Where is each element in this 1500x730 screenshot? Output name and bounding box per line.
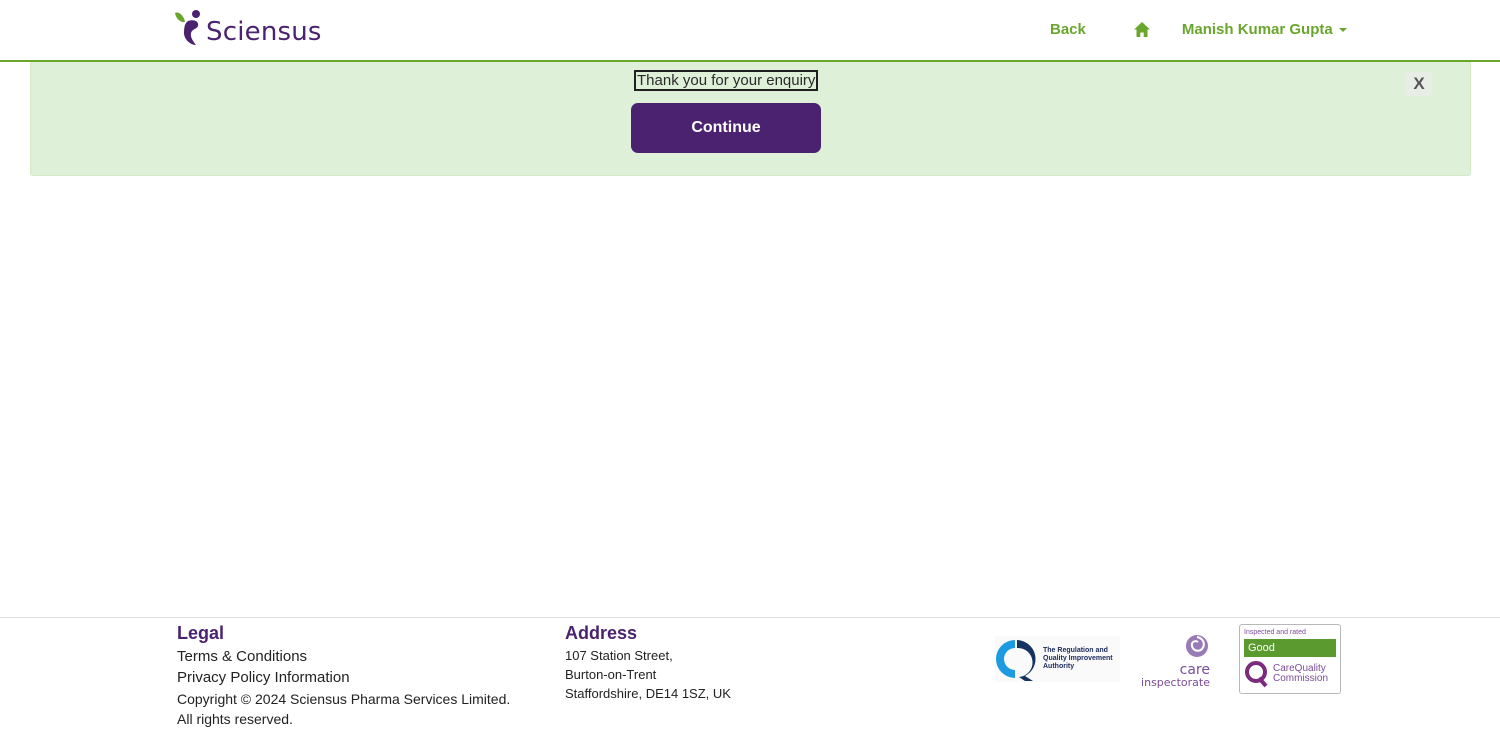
success-alert: Thank you for your enquiry Continue X xyxy=(30,62,1471,176)
cqc-brand: CareQuality Commission xyxy=(1244,660,1336,688)
rqia-text-line-3: Authority xyxy=(1043,663,1075,670)
cqc-inspected-text: Inspected and rated xyxy=(1244,629,1306,636)
caret-down-icon xyxy=(1338,28,1347,32)
care-word: care xyxy=(1179,662,1210,678)
legal-section: Legal Terms & Conditions Privacy Policy … xyxy=(177,623,510,729)
user-name: Manish Kumar Gupta xyxy=(1181,20,1333,38)
copyright-line-2: All rights reserved. xyxy=(177,711,293,727)
care-inspectorate-logo[interactable]: care inspectorate xyxy=(1135,634,1210,689)
inspectorate-word: inspectorate xyxy=(1141,676,1210,689)
cqc-name: CareQuality Commission xyxy=(1273,664,1328,684)
care-inspectorate-swirl-icon xyxy=(1186,635,1208,657)
legal-heading: Legal xyxy=(177,623,225,643)
cqc-rating-badge[interactable]: Inspected and rated Good CareQuality Com… xyxy=(1239,624,1341,694)
site-footer: Legal Terms & Conditions Privacy Policy … xyxy=(0,617,1500,730)
user-menu[interactable]: Manish Kumar Gupta xyxy=(1182,21,1347,38)
continue-button[interactable]: Continue xyxy=(631,103,821,153)
rqia-text: The Regulation and Quality Improvement A… xyxy=(1043,647,1113,671)
sciensus-logo[interactable]: Sciensus xyxy=(172,8,322,50)
home-icon[interactable] xyxy=(1133,20,1152,38)
cqc-rating-value: Good xyxy=(1244,639,1336,657)
back-link[interactable]: Back xyxy=(1050,21,1086,38)
privacy-link[interactable]: Privacy Policy Information xyxy=(177,667,510,688)
address-section: Address 107 Station Street, Burton-on-Tr… xyxy=(565,623,731,703)
sciensus-logo-icon xyxy=(175,10,200,45)
rqia-text-line-2: Quality Improvement xyxy=(1043,655,1113,662)
rqia-text-line-1: The Regulation and xyxy=(1043,647,1108,654)
close-alert-button[interactable]: X xyxy=(1406,72,1432,96)
rqia-logo-mark xyxy=(996,640,1036,681)
rqia-logo[interactable]: The Regulation and Quality Improvement A… xyxy=(995,636,1120,682)
address-line-2: Burton-on-Trent xyxy=(565,667,657,682)
cqc-name-line-2: Commission xyxy=(1273,673,1329,684)
terms-link[interactable]: Terms & Conditions xyxy=(177,646,510,667)
cqc-q-icon xyxy=(1245,661,1268,688)
alert-message: Thank you for your enquiry xyxy=(633,70,819,91)
site-header: Sciensus Back Manish Kumar Gupta xyxy=(0,0,1500,62)
address-line-1: 107 Station Street, xyxy=(565,648,673,663)
header-nav: Back Manish Kumar Gupta xyxy=(1050,20,1347,38)
address-heading: Address xyxy=(565,623,638,643)
address-line-3: Staffordshire, DE14 1SZ, UK xyxy=(565,686,731,701)
copyright-line-1: Copyright © 2024 Sciensus Pharma Service… xyxy=(177,691,511,707)
home-icon-glyph xyxy=(1133,21,1150,37)
logo-text: Sciensus xyxy=(206,17,322,47)
